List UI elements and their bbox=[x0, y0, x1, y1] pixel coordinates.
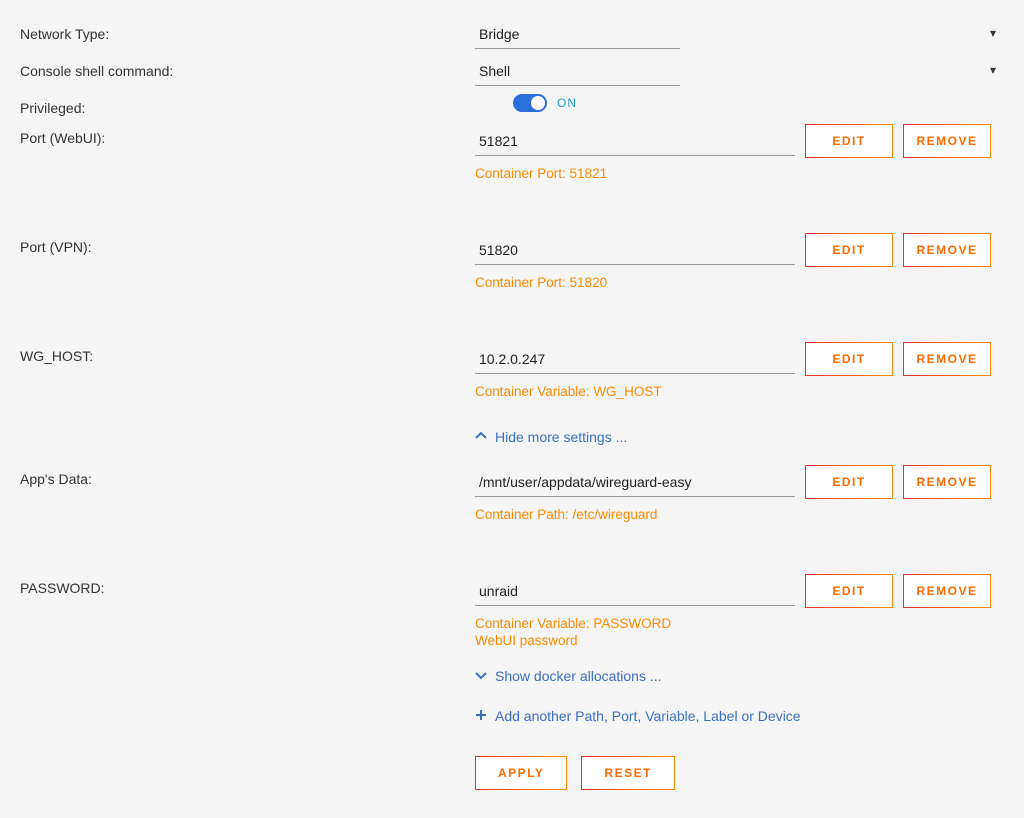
network-type-select[interactable]: Bridge bbox=[475, 20, 680, 49]
toggle-knob bbox=[531, 96, 545, 110]
chevron-up-icon bbox=[475, 429, 487, 445]
port-vpn-label: Port (VPN): bbox=[20, 233, 475, 255]
edit-button[interactable]: EDIT bbox=[805, 233, 893, 267]
port-vpn-input[interactable] bbox=[475, 236, 795, 265]
edit-button[interactable]: EDIT bbox=[805, 574, 893, 608]
console-shell-label: Console shell command: bbox=[20, 57, 475, 79]
hide-more-settings-link[interactable]: Hide more settings ... bbox=[475, 429, 1004, 445]
port-webui-label: Port (WebUI): bbox=[20, 124, 475, 146]
port-webui-helper: Container Port: 51821 bbox=[475, 166, 1004, 181]
remove-button[interactable]: REMOVE bbox=[903, 233, 991, 267]
hide-more-text: Hide more settings ... bbox=[495, 429, 627, 445]
reset-button[interactable]: RESET bbox=[581, 756, 675, 790]
add-another-text: Add another Path, Port, Variable, Label … bbox=[495, 708, 801, 724]
show-docker-allocations-link[interactable]: Show docker allocations ... bbox=[475, 668, 1004, 684]
wg-host-input[interactable] bbox=[475, 345, 795, 374]
password-input[interactable] bbox=[475, 577, 795, 606]
edit-button[interactable]: EDIT bbox=[805, 465, 893, 499]
port-vpn-helper: Container Port: 51820 bbox=[475, 275, 1004, 290]
password-helper: Container Variable: PASSWORD bbox=[475, 616, 1004, 631]
remove-button[interactable]: REMOVE bbox=[903, 465, 991, 499]
remove-button[interactable]: REMOVE bbox=[903, 342, 991, 376]
apps-data-helper: Container Path: /etc/wireguard bbox=[475, 507, 1004, 522]
privileged-label: Privileged: bbox=[20, 94, 475, 116]
apps-data-label: App's Data: bbox=[20, 465, 475, 487]
plus-icon bbox=[475, 708, 487, 724]
privileged-toggle[interactable] bbox=[513, 94, 547, 112]
network-type-label: Network Type: bbox=[20, 20, 475, 42]
privileged-state: ON bbox=[557, 96, 577, 110]
console-shell-select[interactable]: Shell bbox=[475, 57, 680, 86]
port-webui-input[interactable] bbox=[475, 127, 795, 156]
apps-data-input[interactable] bbox=[475, 468, 795, 497]
show-docker-text: Show docker allocations ... bbox=[495, 668, 662, 684]
edit-button[interactable]: EDIT bbox=[805, 124, 893, 158]
apply-button[interactable]: APPLY bbox=[475, 756, 567, 790]
wg-host-label: WG_HOST: bbox=[20, 342, 475, 364]
password-label: PASSWORD: bbox=[20, 574, 475, 596]
add-another-link[interactable]: Add another Path, Port, Variable, Label … bbox=[475, 708, 1004, 724]
remove-button[interactable]: REMOVE bbox=[903, 574, 991, 608]
password-helper2: WebUI password bbox=[475, 633, 1004, 648]
remove-button[interactable]: REMOVE bbox=[903, 124, 991, 158]
chevron-down-icon bbox=[475, 668, 487, 684]
wg-host-helper: Container Variable: WG_HOST bbox=[475, 384, 1004, 399]
edit-button[interactable]: EDIT bbox=[805, 342, 893, 376]
